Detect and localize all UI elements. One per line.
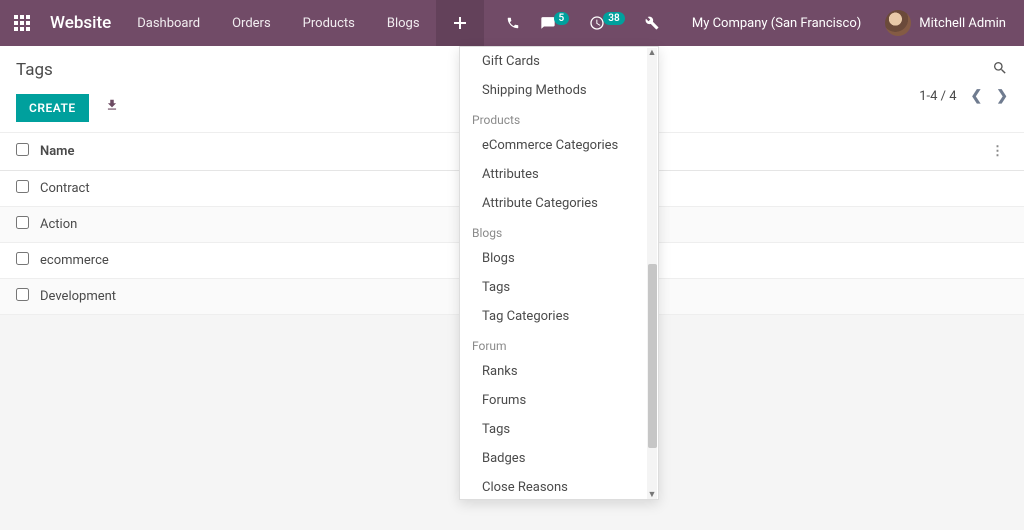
row-checkbox[interactable] (16, 216, 29, 229)
row-checkbox[interactable] (16, 288, 29, 301)
nav-orders[interactable]: Orders (216, 16, 287, 31)
create-button[interactable]: CREATE (16, 94, 89, 122)
new-content-plus-icon[interactable] (436, 0, 484, 46)
import-icon[interactable] (105, 100, 119, 116)
row-checkbox[interactable] (16, 180, 29, 193)
scroll-thumb[interactable] (648, 264, 657, 448)
tools-icon[interactable] (635, 16, 669, 30)
scroll-down-icon[interactable]: ▼ (647, 490, 657, 500)
avatar (885, 10, 911, 36)
pager-range[interactable]: 1-4 / 4 (919, 89, 956, 104)
dd-section-forum: Forum (460, 331, 658, 357)
company-selector[interactable]: My Company (San Francisco) (678, 16, 875, 31)
dd-attribute-categories[interactable]: Attribute Categories (460, 189, 658, 218)
phone-icon[interactable] (496, 16, 530, 30)
dropdown-scrollbar[interactable]: ▲ ▼ (647, 48, 657, 500)
pager-next-icon[interactable]: ❯ (996, 88, 1008, 104)
dd-attributes[interactable]: Attributes (460, 160, 658, 189)
dd-blog-tags[interactable]: Tags (460, 273, 658, 302)
search-icon[interactable] (992, 60, 1008, 76)
messages-badge: 5 (554, 12, 570, 25)
dd-shipping-methods[interactable]: Shipping Methods (460, 76, 658, 105)
breadcrumb: Tags (16, 60, 512, 80)
row-checkbox[interactable] (16, 252, 29, 265)
user-name: Mitchell Admin (919, 16, 1006, 31)
dd-ecommerce-categories[interactable]: eCommerce Categories (460, 131, 658, 160)
dd-forums[interactable]: Forums (460, 386, 658, 415)
activities-icon[interactable]: 38 (579, 15, 634, 31)
dd-ranks[interactable]: Ranks (460, 357, 658, 386)
dd-section-blogs: Blogs (460, 218, 658, 244)
dd-gift-cards[interactable]: Gift Cards (460, 47, 658, 76)
nav-products[interactable]: Products (287, 16, 371, 31)
dd-tag-categories[interactable]: Tag Categories (460, 302, 658, 331)
activities-badge: 38 (603, 12, 624, 25)
nav-dashboard[interactable]: Dashboard (121, 16, 216, 31)
nav-blogs[interactable]: Blogs (371, 16, 436, 31)
dd-close-reasons[interactable]: Close Reasons (460, 473, 658, 500)
dd-forum-tags[interactable]: Tags (460, 415, 658, 444)
apps-icon[interactable] (8, 9, 36, 37)
dd-section-products: Products (460, 105, 658, 131)
top-navbar: Website Dashboard Orders Products Blogs … (0, 0, 1024, 46)
select-all-checkbox[interactable] (16, 143, 29, 156)
user-menu[interactable]: Mitchell Admin (875, 10, 1016, 36)
new-content-dropdown: Gift Cards Shipping Methods Products eCo… (459, 46, 659, 500)
pager: 1-4 / 4 ❮ ❯ (919, 88, 1008, 104)
dd-blogs[interactable]: Blogs (460, 244, 658, 273)
scroll-up-icon[interactable]: ▲ (647, 48, 657, 58)
brand-website[interactable]: Website (40, 9, 121, 37)
dd-badges[interactable]: Badges (460, 444, 658, 473)
pager-prev-icon[interactable]: ❮ (971, 88, 983, 104)
messages-icon[interactable]: 5 (530, 16, 580, 30)
columns-kebab-icon[interactable]: ⋮ (987, 144, 1008, 159)
